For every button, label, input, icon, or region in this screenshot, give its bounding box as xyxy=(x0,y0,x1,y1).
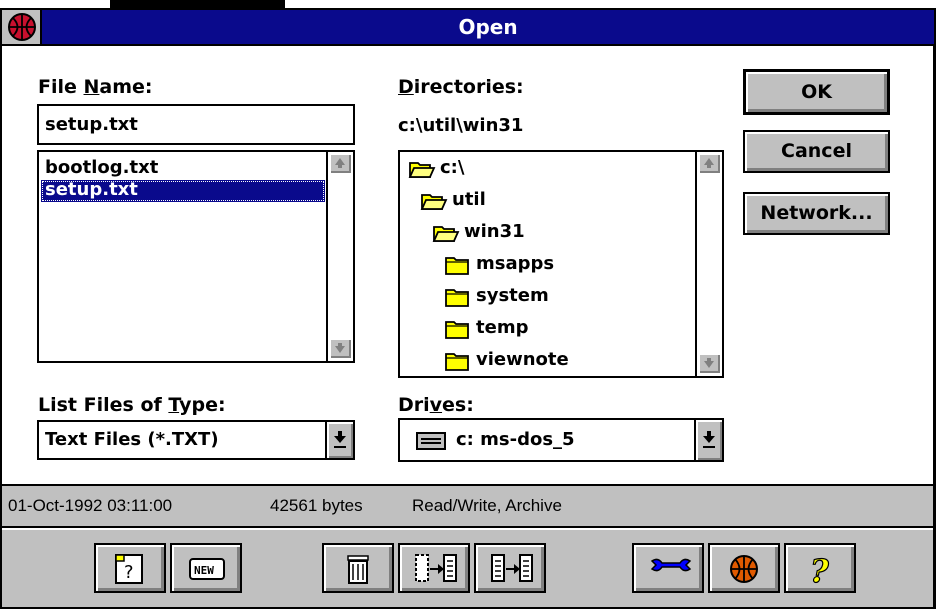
help-query-button[interactable]: ? xyxy=(94,543,166,593)
directory-list[interactable]: c:\ util win31 msapps system temp viewnote xyxy=(398,150,724,378)
open-folder-icon xyxy=(408,162,436,178)
file-type-dropdown-button[interactable] xyxy=(325,422,353,458)
svg-text:?: ? xyxy=(124,562,134,583)
wrench-icon xyxy=(650,558,692,572)
file-name-input[interactable]: setup.txt xyxy=(37,104,355,145)
folder-icon xyxy=(445,289,469,307)
scroll-down-button[interactable] xyxy=(698,353,720,373)
file-type-dropdown[interactable]: Text Files (*.TXT) xyxy=(37,420,355,460)
drive-icon xyxy=(416,432,446,450)
dropdown-arrow-icon xyxy=(334,431,346,448)
directories-label: Directories: xyxy=(398,76,524,98)
app-logo-icon xyxy=(8,13,36,41)
directory-item[interactable]: viewnote xyxy=(476,348,569,372)
arrow-down-icon xyxy=(335,343,345,353)
directory-item[interactable]: win31 xyxy=(464,220,525,244)
move-file-button[interactable] xyxy=(474,543,546,593)
directory-item[interactable]: system xyxy=(476,284,549,308)
list-item[interactable]: bootlog.txt xyxy=(41,156,325,180)
arrow-up-icon xyxy=(704,158,714,168)
system-menu-button[interactable] xyxy=(2,10,42,44)
status-bar: 01-Oct-1992 03:11:00 42561 bytes Read/Wr… xyxy=(2,484,933,526)
list-item-selected[interactable]: setup.txt xyxy=(41,180,325,202)
dropdown-arrow-icon xyxy=(703,431,715,448)
arrow-down-icon xyxy=(704,358,714,368)
question-mark-icon: ? xyxy=(809,551,829,587)
scroll-up-button[interactable] xyxy=(329,153,351,173)
file-name-label: File Name: xyxy=(38,76,153,98)
move-file-icon xyxy=(491,554,533,582)
file-list[interactable]: bootlog.txt setup.txt xyxy=(37,150,355,363)
toolbar: ? NEW ? xyxy=(2,526,933,607)
directory-item[interactable]: msapps xyxy=(476,252,554,276)
drives-dropdown[interactable]: c: ms-dos_5 xyxy=(398,418,724,462)
file-type-value: Text Files (*.TXT) xyxy=(45,429,219,450)
folder-icon xyxy=(445,321,469,339)
file-name-value: setup.txt xyxy=(45,114,138,135)
directory-item[interactable]: util xyxy=(452,188,486,212)
scroll-down-button[interactable] xyxy=(329,338,351,358)
scroll-up-button[interactable] xyxy=(698,153,720,173)
trash-icon xyxy=(347,555,369,584)
delete-button[interactable] xyxy=(322,543,394,593)
file-type-label: List Files of Type: xyxy=(38,394,226,416)
window-title: Open xyxy=(458,15,518,39)
file-list-scrollbar[interactable] xyxy=(326,152,353,361)
drives-label: Drives: xyxy=(398,394,474,416)
status-attributes: Read/Write, Archive xyxy=(412,496,562,515)
about-button[interactable] xyxy=(708,543,780,593)
app-logo-icon xyxy=(730,555,758,583)
folder-icon xyxy=(445,257,469,275)
status-date: 01-Oct-1992 03:11:00 xyxy=(8,496,173,515)
settings-button[interactable] xyxy=(632,543,704,593)
network-button[interactable]: Network... xyxy=(743,192,890,235)
ok-button[interactable]: OK xyxy=(743,69,890,115)
copy-file-button[interactable] xyxy=(398,543,470,593)
folder-icon xyxy=(445,353,469,371)
help-button[interactable]: ? xyxy=(784,543,856,593)
current-path: c:\util\win31 xyxy=(398,115,524,136)
open-folder-icon xyxy=(420,194,448,210)
directory-list-scrollbar[interactable] xyxy=(695,152,722,376)
svg-text:?: ? xyxy=(810,552,829,587)
copy-file-icon xyxy=(415,554,457,582)
directory-item[interactable]: c:\ xyxy=(440,156,464,180)
status-size: 42561 bytes xyxy=(270,496,363,515)
cancel-button[interactable]: Cancel xyxy=(743,130,890,173)
arrow-up-icon xyxy=(335,158,345,168)
new-button[interactable]: NEW xyxy=(170,543,242,593)
new-icon: NEW xyxy=(189,558,225,580)
drives-dropdown-button[interactable] xyxy=(694,420,722,460)
open-folder-icon xyxy=(432,226,460,242)
drives-value: c: ms-dos_5 xyxy=(456,429,575,450)
help-query-icon: ? xyxy=(115,554,143,584)
directory-item[interactable]: temp xyxy=(476,316,528,340)
svg-text:NEW: NEW xyxy=(194,564,214,577)
